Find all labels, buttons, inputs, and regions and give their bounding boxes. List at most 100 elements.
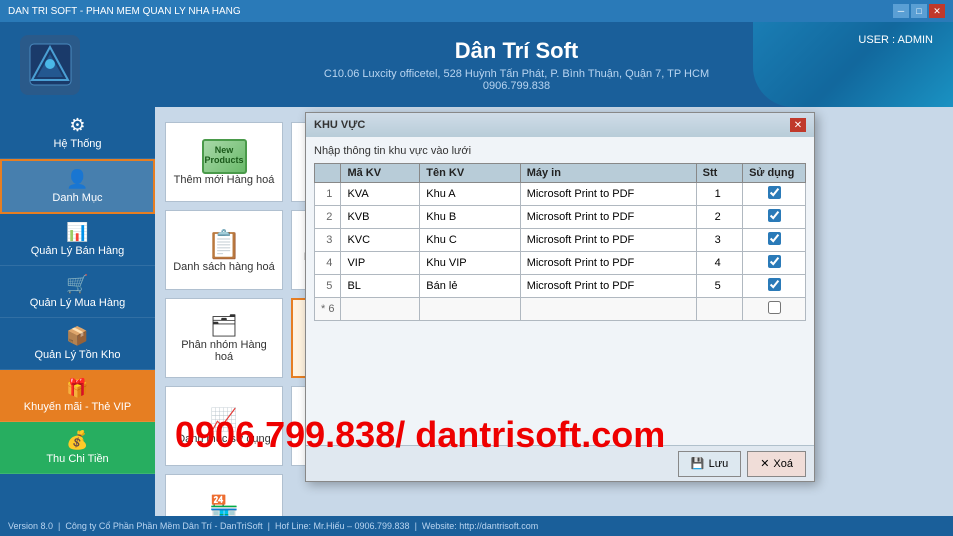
cell-ten-kv-0[interactable] [420,183,520,206]
col-header-su-dung: Sử dụng [743,164,806,183]
delete-icon: ✕ [760,457,769,470]
cell-ma-kv-2[interactable] [341,229,420,252]
cell-su-dung-2[interactable] [743,229,806,252]
cell-stt-4[interactable] [696,275,742,298]
cell-ma-kv-3[interactable] [341,252,420,275]
ban-hang-icon: 📊 [66,222,88,243]
row-num-4: 5 [315,275,341,298]
dialog-title-bar: KHU VỰC ✕ [306,113,814,137]
mua-hang-icon: 🛒 [66,274,88,295]
website-text: Website: http://dantrisoft.com [422,521,538,531]
menu-item-kho-hang[interactable]: 🏪 Thông tin Kho hàng [165,474,283,516]
cell-su-dung-3[interactable] [743,252,806,275]
cell-stt-1[interactable] [696,206,742,229]
company-text: Công ty Cổ Phần Phần Mềm Dân Trí - DanTr… [65,521,262,531]
menu-label-danh-sach: Danh sách hàng hoá [173,261,275,273]
delete-label: Xoá [773,458,793,470]
sidebar-item-danh-muc[interactable]: 👤 Danh Mục [0,159,155,214]
cell-may-in-4[interactable] [520,275,696,298]
cell-ten-kv-4[interactable] [420,275,520,298]
sidebar-item-ban-hang[interactable]: 📊 Quản Lý Bán Hàng [0,214,155,266]
warehouse-icon: 🏪 [209,494,239,517]
dialog-close-button[interactable]: ✕ [790,118,806,132]
menu-item-phan-nhom[interactable]: 🗂 Phân nhóm Hàng hoá [165,298,283,378]
row-num-2: 3 [315,229,341,252]
content-area: ⚙ Hệ Thống 👤 Danh Mục 📊 Quản Lý Bán Hàng… [0,107,953,516]
version-text: Version 8.0 [8,521,53,531]
gear-icon: ⚙ [69,115,85,136]
sidebar-item-thu-chi[interactable]: 💰 Thu Chi Tiền [0,422,155,474]
cell-stt-0[interactable] [696,183,742,206]
sidebar-item-ton-kho[interactable]: 📦 Quản Lý Tồn Kho [0,318,155,370]
header: Dân Trí Soft C10.06 Luxcity officetel, 5… [0,22,953,107]
cell-stt-5[interactable] [696,298,742,321]
cell-may-in-2[interactable] [520,229,696,252]
cell-su-dung-1[interactable] [743,206,806,229]
cell-stt-2[interactable] [696,229,742,252]
cell-may-in-3[interactable] [520,252,696,275]
col-header-num [315,164,341,183]
cell-ma-kv-4[interactable] [341,275,420,298]
sidebar-item-mua-hang[interactable]: 🛒 Quản Lý Mua Hàng [0,266,155,318]
sidebar-label-khuyen-mai: Khuyến mãi - Thẻ VIP [24,401,131,413]
category-icon: 🗂 [210,313,238,339]
close-button[interactable]: ✕ [929,4,945,18]
sidebar-item-he-thong[interactable]: ⚙ Hệ Thống [0,107,155,159]
minimize-button[interactable]: ─ [893,4,909,18]
sidebar-label-he-thong: Hệ Thống [53,138,101,150]
cell-may-in-1[interactable] [520,206,696,229]
cell-may-in-0[interactable] [520,183,696,206]
save-button[interactable]: 💾 Lưu [678,451,741,477]
ton-kho-icon: 📦 [66,326,88,347]
cell-ten-kv-1[interactable] [420,206,520,229]
save-icon: 💾 [691,457,705,470]
row-num-0: 1 [315,183,341,206]
logo-icon [28,42,73,87]
new-products-icon: NewProducts [202,139,247,174]
cell-su-dung-5[interactable] [743,298,806,321]
header-title: Dân Trí Soft [100,38,933,64]
col-header-ten-kv: Tên KV [420,164,520,183]
cell-may-in-5[interactable] [520,298,696,321]
status-bar: Version 8.0 | Công ty Cổ Phần Phần Mềm D… [0,516,953,536]
title-bar: DAN TRI SOFT - PHAN MEM QUAN LY NHA HANG… [0,0,953,22]
dialog-content: Nhập thông tin khu vực vào lưới Mã KV Tê… [306,137,814,445]
main-content: NewProducts Thêm mới Hàng hoá 🍽 Thiết lậ… [155,107,953,516]
menu-label-phan-nhom: Phân nhóm Hàng hoá [171,339,277,363]
cell-ten-kv-5[interactable] [420,298,520,321]
table-scroll[interactable]: Mã KV Tên KV Máy in Stt Sử dụng 1 [314,163,806,321]
cell-ma-kv-5[interactable] [341,298,420,321]
col-header-ma-kv: Mã KV [341,164,420,183]
menu-label-danh-muc-su-dung: Danh mục sử dụng [177,433,271,445]
cell-ten-kv-3[interactable] [420,252,520,275]
header-subtitle: C10.06 Luxcity officetel, 528 Huỳnh Tấn … [100,68,933,80]
menu-item-danh-sach[interactable]: 📋 Danh sách hàng hoá [165,210,283,290]
cell-ten-kv-2[interactable] [420,229,520,252]
danh-muc-icon: 👤 [66,169,88,190]
maximize-button[interactable]: □ [911,4,927,18]
cell-su-dung-0[interactable] [743,183,806,206]
row-num-5: * 6 [315,298,341,321]
header-info: Dân Trí Soft C10.06 Luxcity officetel, 5… [100,38,933,92]
col-header-may-in: Máy in [520,164,696,183]
menu-item-danh-muc-su-dung[interactable]: 📈 Danh mục sử dụng [165,386,283,466]
cell-ma-kv-0[interactable] [341,183,420,206]
header-user: USER : ADMIN [858,34,933,46]
status-text: Version 8.0 | Công ty Cổ Phần Phần Mềm D… [8,521,538,531]
cell-su-dung-4[interactable] [743,275,806,298]
row-num-3: 4 [315,252,341,275]
sidebar-item-khuyen-mai[interactable]: 🎁 Khuyến mãi - Thẻ VIP [0,370,155,422]
delete-button[interactable]: ✕ Xoá [747,451,806,477]
col-header-stt: Stt [696,164,742,183]
row-num-1: 2 [315,206,341,229]
logo [20,35,80,95]
menu-label-them-moi: Thêm mới Hàng hoá [174,174,275,186]
cell-stt-3[interactable] [696,252,742,275]
title-bar-text: DAN TRI SOFT - PHAN MEM QUAN LY NHA HANG [8,6,241,17]
khu-vuc-dialog: KHU VỰC ✕ Nhập thông tin khu vực vào lướ… [305,112,815,482]
khu-vuc-table: Mã KV Tên KV Máy in Stt Sử dụng 1 [314,163,806,321]
title-bar-controls: ─ □ ✕ [893,4,945,18]
menu-item-them-moi[interactable]: NewProducts Thêm mới Hàng hoá [165,122,283,202]
cell-ma-kv-1[interactable] [341,206,420,229]
sidebar-label-ton-kho: Quản Lý Tồn Kho [34,349,120,361]
